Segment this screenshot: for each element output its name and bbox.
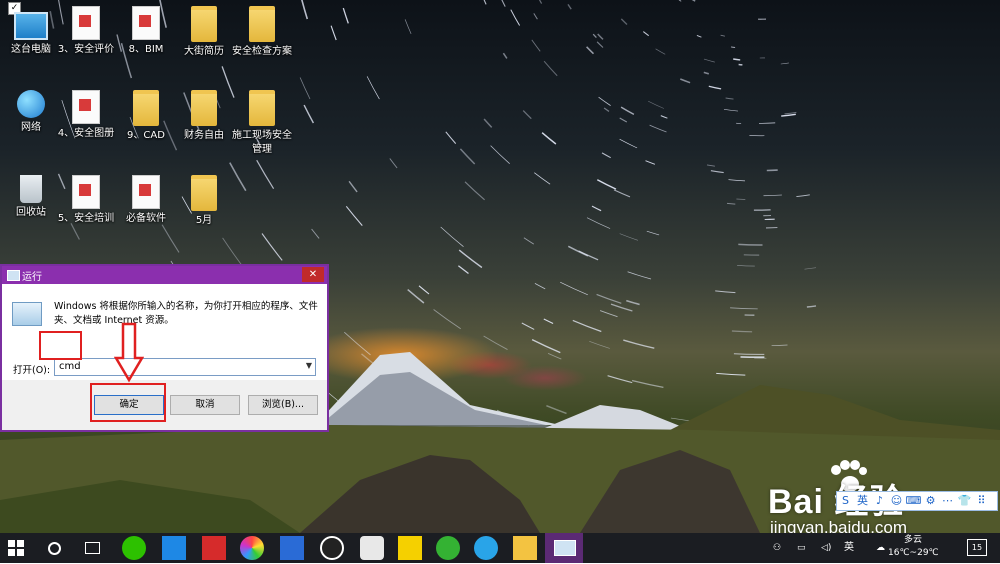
input-highlight-box [39,331,82,360]
document-icon [72,175,100,209]
document-icon [132,6,160,40]
folder-icon [249,90,275,126]
document-icon [72,90,100,124]
desktop-icon-dajie[interactable]: 大街简历 [173,6,235,59]
folder-icon [191,6,217,42]
desktop-icon-s8[interactable]: 8、BIM [115,6,177,57]
desktop-icon-this-pc[interactable]: 这台电脑 [0,6,62,57]
ime-toolbar-item[interactable]: ⌨ [905,492,922,510]
desktop-icon-label: 施工现场安全管理 [232,130,292,155]
desktop-icon-label: 财务自由 [184,130,224,141]
desktop-icon-label: 这台电脑 [11,44,51,55]
qq-icon[interactable] [320,536,344,560]
ime-toolbar-item[interactable]: 👕 [956,492,973,510]
folder-icon [191,175,217,211]
network-tray-icon[interactable]: ▭ [797,533,806,563]
desktop-icon-label: 网络 [21,122,41,133]
ime-toolbar-item[interactable]: ♪ [871,492,888,510]
netease-icon[interactable] [202,536,226,560]
desktop-icon-s4[interactable]: 4、安全图册 [55,90,117,141]
ime-toolbar-item[interactable]: S [837,492,854,510]
desktop-icon-site[interactable]: 施工现场安全管理 [231,90,293,157]
desktop-icon-network[interactable]: 网络 [0,90,62,135]
run-app-icon [554,540,576,556]
notification-center-icon[interactable]: 15 [967,539,987,556]
calendar-widget-icon[interactable] [280,536,304,560]
taskbar: ⚇ ▭ ◁) 英 ☁ 多云 16℃~29℃ 15 [0,533,1000,563]
people-icon[interactable]: ⚇ [773,533,781,563]
weather-condition: 多云 [888,534,939,547]
ime-toolbar-item[interactable]: ☺ [888,492,905,510]
desktop-icon-label: 5、安全培训 [58,213,114,224]
document-icon [72,6,100,40]
open-input-value[interactable]: cmd [59,361,81,372]
network-icon [17,90,45,118]
desktop-icon-label: 安全检查方案 [232,46,292,57]
weather-icon: ☁ [876,533,885,563]
desktop-icon-may[interactable]: 5月 [173,175,235,228]
weather-widget[interactable]: 多云 16℃~29℃ [888,534,939,560]
dialog-title: 运行 [22,268,42,283]
arrow-down-icon [114,322,144,384]
windows-start-icon[interactable] [8,540,32,564]
desktop-icon-software[interactable]: 必备软件 [115,175,177,226]
desktop-icon-label: 必备软件 [126,213,166,224]
chevron-down-icon[interactable]: ▼ [306,361,312,370]
desktop-icon-s9[interactable]: 9、CAD [115,90,177,143]
browse-button[interactable]: 浏览(B)... [248,395,318,415]
ime-toolbar-item[interactable]: ⚙ [922,492,939,510]
open-combobox[interactable]: cmd ▼ [54,358,316,376]
notes-app-icon[interactable] [398,536,422,560]
ime-toolbar-item[interactable]: ⋯ [939,492,956,510]
run-app-icon [7,270,20,281]
desktop-icon-s3[interactable]: 3、安全评价 [55,6,117,57]
folder-icon [249,6,275,42]
desktop-icon-label: 回收站 [16,207,46,218]
ime-toolbar-item[interactable]: ⠿ [973,492,990,510]
fox-app-icon[interactable] [360,536,384,560]
desktop-icon-finance[interactable]: 财务自由 [173,90,235,143]
desktop-icon-checklist[interactable]: 安全检查方案 [231,6,293,59]
desktop-icon-label: 8、BIM [129,44,164,55]
folder-icon [191,90,217,126]
folder-icon [133,90,159,126]
color-wheel-app-icon[interactable] [240,536,264,560]
computer-icon [14,12,48,40]
desktop-icon-s5[interactable]: 5、安全培训 [55,175,117,226]
desktop-icon-label: 9、CAD [127,130,165,141]
desktop-icon-label: 4、安全图册 [58,128,114,139]
internet-explorer-icon[interactable] [474,536,498,560]
close-icon[interactable]: ✕ [302,267,324,282]
ime-toolbar: S英♪☺⌨⚙⋯👕⠿ [836,491,998,511]
desktop-icon-label: 5月 [196,215,212,226]
run-taskbar-button[interactable] [545,533,583,563]
desktop-background: ✓ 这台电脑3、安全评价8、BIM大街简历安全检查方案网络4、安全图册9、CAD… [0,0,1000,533]
file-explorer-icon[interactable] [513,536,537,560]
cancel-button[interactable]: 取消 [170,395,240,415]
desktop-icon-recycle[interactable]: 回收站 [0,175,62,220]
task-view-icon[interactable] [85,542,100,554]
weather-range: 16℃~29℃ [888,547,939,560]
recycle-bin-icon [20,175,42,203]
ok-button-highlight-box [90,383,166,422]
dialog-description: Windows 将根据你所输入的名称，为你打开相应的程序、文件夹、文档或 Int… [54,300,322,328]
run-program-icon [12,302,42,326]
desktop-icon-label: 3、安全评价 [58,44,114,55]
volume-icon[interactable]: ◁) [821,533,831,563]
ime-toolbar-item[interactable]: 英 [854,492,871,510]
cortana-icon[interactable] [48,542,61,555]
title-bar[interactable]: 运行 ✕ [2,266,327,284]
watermark-url: jingyan.baidu.com [770,518,907,533]
open-label: 打开(O): [13,362,50,376]
ime-mode-indicator[interactable]: 英 [844,533,854,563]
document-icon [132,175,160,209]
wechat-icon[interactable] [122,536,146,560]
desktop-icon-label: 大街简历 [184,46,224,57]
green-browser-icon[interactable] [436,536,460,560]
calendar-app-icon[interactable] [162,536,186,560]
